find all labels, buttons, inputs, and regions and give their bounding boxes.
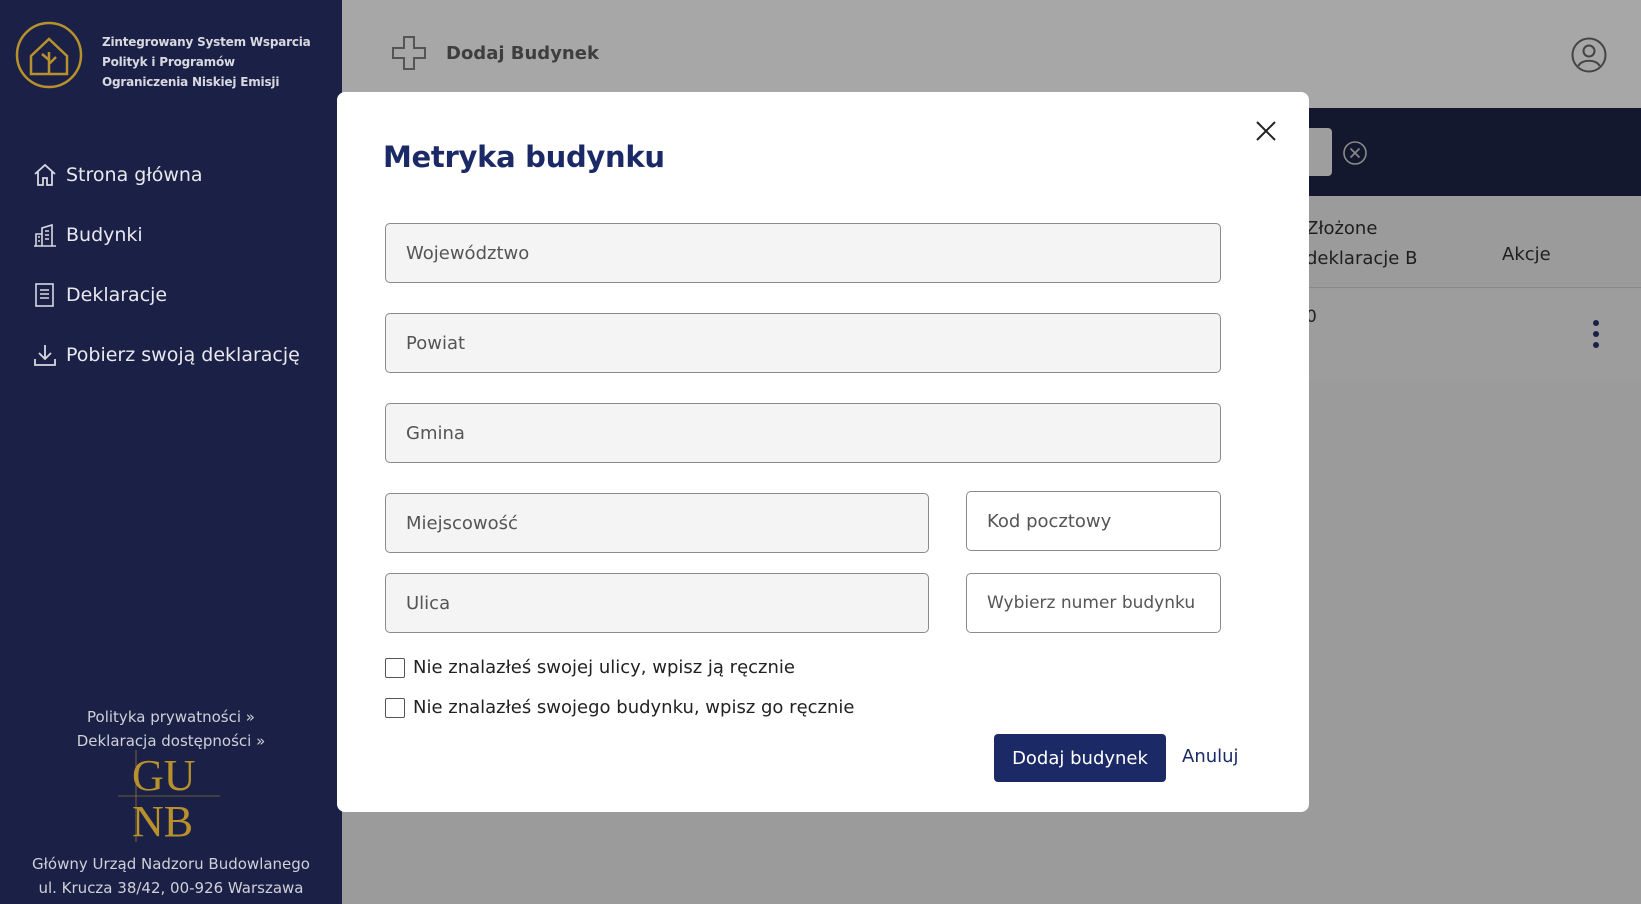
address-line: ul. Krucza 38/42, 00-926 Warszawa	[38, 879, 304, 897]
sidebar-nav: Strona główna Budynki Deklaracje Pobierz…	[0, 145, 342, 385]
document-icon	[32, 281, 58, 309]
sidebar-item-download[interactable]: Pobierz swoją deklarację	[0, 325, 342, 385]
brand-text: Zintegrowany System Wsparcia Polityk i P…	[102, 32, 311, 92]
gunb-letters-top: GU	[132, 751, 196, 800]
footer-links: Polityka prywatności » Deklaracja dostęp…	[0, 705, 342, 753]
street-select[interactable]: Ulica	[385, 573, 929, 633]
column-header-line: Złożone	[1306, 218, 1378, 239]
brand[interactable]: Zintegrowany System Wsparcia Polityk i P…	[14, 20, 311, 92]
clear-filter-icon[interactable]	[1342, 140, 1368, 166]
sidebar-item-home[interactable]: Strona główna	[0, 145, 342, 205]
brand-line: Polityk i Programów	[102, 55, 235, 69]
user-account-icon[interactable]	[1571, 37, 1607, 73]
more-options-icon[interactable]	[1590, 319, 1602, 349]
brand-line: Zintegrowany System Wsparcia	[102, 35, 311, 49]
sidebar-item-label: Budynki	[66, 224, 143, 246]
brand-line: Ograniczenia Niskiej Emisji	[102, 75, 280, 89]
gunb-logo-icon: GU NB	[118, 750, 220, 842]
column-header-actions: Akcje	[1502, 244, 1551, 265]
download-icon	[32, 341, 58, 369]
manual-street-option[interactable]: Nie znalazłeś swojej ulicy, wpisz ją ręc…	[385, 657, 795, 678]
commune-select[interactable]: Gmina	[385, 403, 1221, 463]
modal-title: Metryka budynku	[383, 140, 665, 174]
plus-icon	[392, 36, 426, 70]
manual-street-label: Nie znalazłeś swojej ulicy, wpisz ją ręc…	[413, 657, 795, 678]
add-building-button[interactable]: Dodaj budynek	[994, 734, 1166, 782]
sidebar-item-buildings[interactable]: Budynki	[0, 205, 342, 265]
page-title-text: Dodaj Budynek	[446, 42, 599, 64]
home-icon	[32, 161, 58, 189]
building-metrics-modal: Metryka budynku Województwo Powiat Gmina…	[337, 92, 1309, 812]
sidebar: Zintegrowany System Wsparcia Polityk i P…	[0, 0, 342, 904]
buildings-icon	[32, 221, 58, 249]
column-header-declarations: Złożone deklaracje B	[1306, 214, 1417, 274]
cancel-button[interactable]: Anuluj	[1182, 746, 1239, 767]
manual-building-checkbox[interactable]	[385, 697, 405, 718]
column-header-line: deklaracje B	[1306, 248, 1418, 269]
close-icon[interactable]	[1253, 118, 1279, 144]
postal-code-input[interactable]: Kod pocztowy	[966, 491, 1221, 551]
building-number-select[interactable]: Wybierz numer budynku	[966, 573, 1221, 633]
sidebar-item-label: Deklaracje	[66, 284, 168, 306]
locality-select[interactable]: Miejscowość	[385, 493, 929, 553]
manual-building-label: Nie znalazłeś swojego budynku, wpisz go …	[413, 697, 855, 718]
brand-logo-icon	[15, 21, 83, 89]
sidebar-item-label: Strona główna	[66, 164, 203, 186]
county-select[interactable]: Powiat	[385, 313, 1221, 373]
sidebar-item-label: Pobierz swoją deklarację	[66, 344, 300, 366]
address-line: Główny Urząd Nadzoru Budowlanego	[32, 855, 310, 873]
page-title: Dodaj Budynek	[390, 34, 599, 72]
voivodeship-select[interactable]: Województwo	[385, 223, 1221, 283]
gunb-letters-bottom: NB	[132, 797, 193, 842]
privacy-policy-link[interactable]: Polityka prywatności »	[0, 705, 342, 729]
manual-street-checkbox[interactable]	[385, 657, 405, 678]
manual-building-option[interactable]: Nie znalazłeś swojego budynku, wpisz go …	[385, 697, 854, 718]
sidebar-item-declarations[interactable]: Deklaracje	[0, 265, 342, 325]
address: Główny Urząd Nadzoru Budowlanego ul. Kru…	[0, 852, 342, 900]
